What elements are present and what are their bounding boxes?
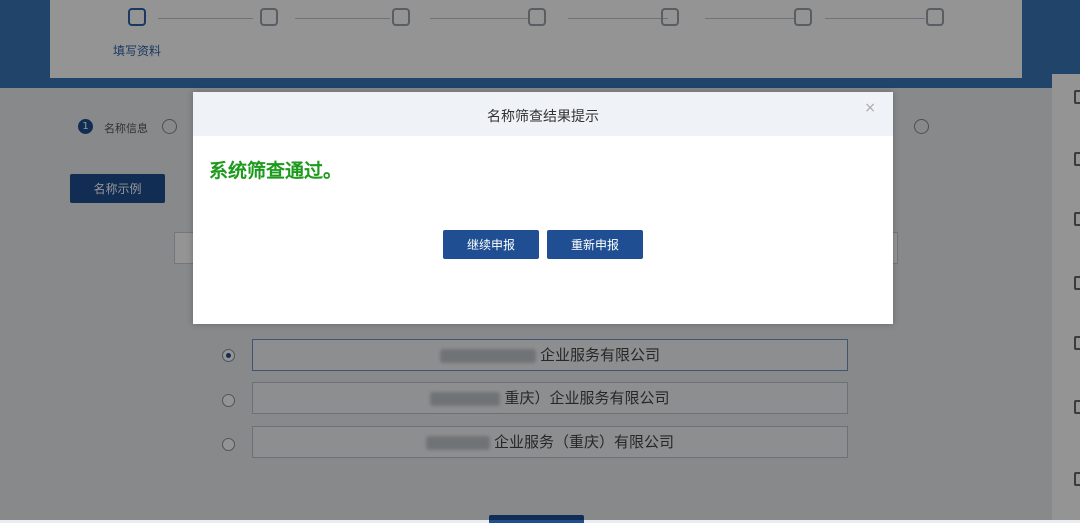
close-icon[interactable]: × xyxy=(864,100,876,116)
screening-result-message: 系统筛查通过。 xyxy=(209,160,343,182)
continue-apply-button[interactable]: 继续申报 xyxy=(443,230,539,259)
reapply-button[interactable]: 重新申报 xyxy=(547,230,643,259)
name-screening-dialog: 名称筛查结果提示 × 系统筛查通过。 继续申报 重新申报 xyxy=(193,92,893,324)
dialog-title: 名称筛查结果提示 xyxy=(193,92,893,136)
